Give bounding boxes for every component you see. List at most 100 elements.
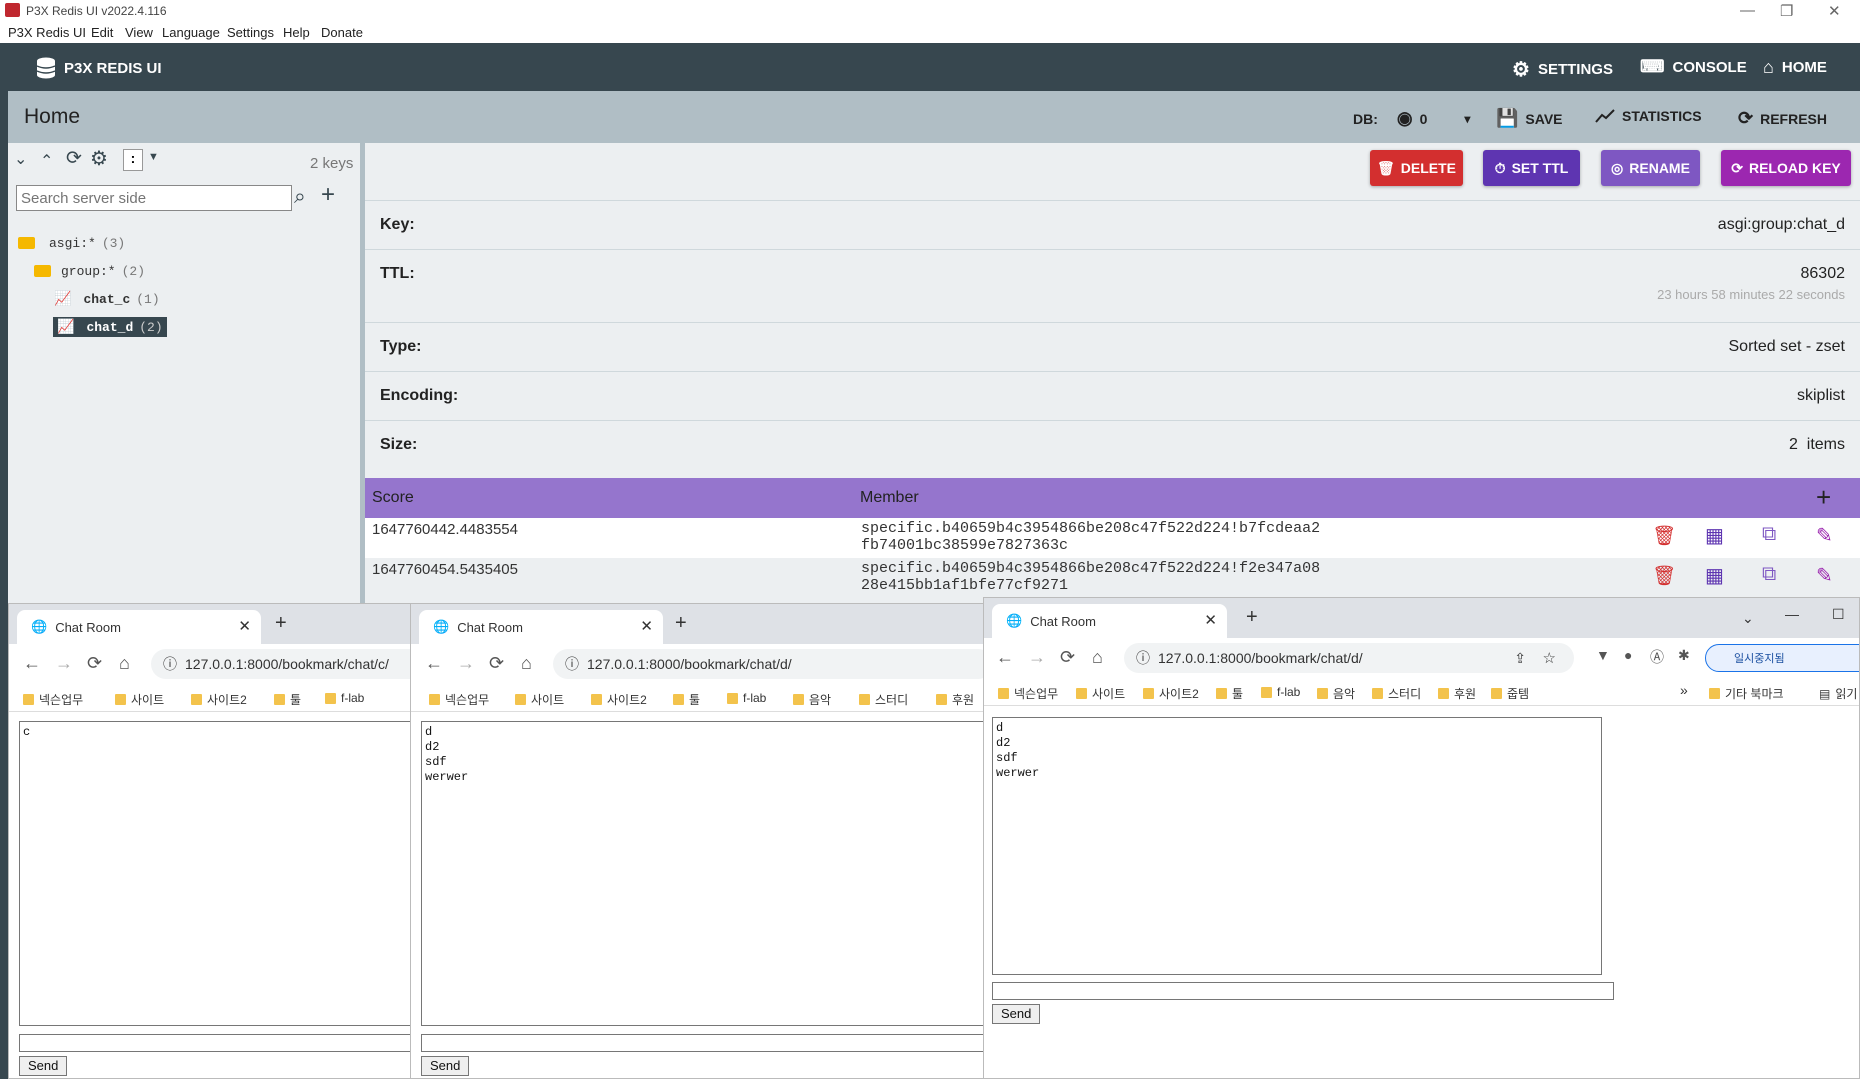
tab-chat-room[interactable]: 🌐 Chat Room ✕ <box>992 604 1227 638</box>
menu-view[interactable]: View <box>125 25 153 40</box>
reload-icon[interactable]: ⟳ <box>489 653 504 674</box>
bookmark-item[interactable]: 사이트 <box>115 691 164 708</box>
bookmark-item[interactable]: 사이트 <box>1076 685 1125 702</box>
home-icon[interactable]: ⌂ <box>1092 647 1103 668</box>
edit-pencil-icon[interactable]: ✎ <box>1816 523 1833 548</box>
chevron-down-icon[interactable]: ▾ <box>1464 112 1470 126</box>
close-tab-icon[interactable]: ✕ <box>1204 611 1217 629</box>
star-icon[interactable]: ☆ <box>1543 649 1556 667</box>
bookmark-item[interactable]: 사이트2 <box>591 691 647 708</box>
new-tab-icon[interactable]: + <box>275 612 287 635</box>
copy-icon[interactable]: ⧉ <box>1762 563 1776 586</box>
home-icon[interactable]: ⌂ <box>119 653 130 674</box>
delete-key-button[interactable]: 🗑 DELETE <box>1370 150 1463 186</box>
chat-log[interactable]: c <box>19 721 411 1026</box>
chat-message-input[interactable] <box>19 1034 411 1052</box>
chat-message-input[interactable] <box>992 982 1614 1000</box>
bookmark-item[interactable]: 툴 <box>673 691 700 708</box>
db-selector[interactable]: DB: ◉ 0 ▾ <box>1353 108 1470 129</box>
bookmark-item[interactable]: 사이트2 <box>191 691 247 708</box>
menu-edit[interactable]: Edit <box>91 25 113 40</box>
edit-pencil-icon[interactable]: ✎ <box>1816 563 1833 588</box>
bookmark-item[interactable]: 툴 <box>274 691 301 708</box>
tree-folder-group[interactable]: group:* (2) <box>34 261 145 281</box>
bookmark-item[interactable]: 넥슨업무 <box>23 691 83 708</box>
search-input[interactable] <box>16 185 292 211</box>
bookmark-item[interactable]: 스터디 <box>859 691 908 708</box>
refresh-button[interactable]: ⟳ REFRESH <box>1738 108 1827 129</box>
bookmark-item[interactable]: 사이트2 <box>1143 685 1199 702</box>
bookmark-item[interactable]: 사이트 <box>515 691 564 708</box>
maximize-icon[interactable]: ❐ <box>1780 2 1793 20</box>
back-arrow-icon[interactable]: ← <box>23 653 41 674</box>
menu-help[interactable]: Help <box>283 25 310 40</box>
chat-message-input[interactable] <box>421 1034 989 1052</box>
forward-arrow-icon[interactable]: → <box>1028 647 1046 668</box>
bookmark-item[interactable]: 후원 <box>1438 685 1476 702</box>
rename-button[interactable]: ◎ RENAME <box>1601 150 1700 186</box>
forward-arrow-icon[interactable]: → <box>457 653 475 674</box>
add-member-icon[interactable]: + <box>1816 482 1831 513</box>
other-bookmarks[interactable]: 기타 북마크 <box>1709 685 1784 702</box>
settings-button[interactable]: ⚙ SETTINGS <box>1512 57 1613 82</box>
back-arrow-icon[interactable]: ← <box>425 653 443 674</box>
forward-arrow-icon[interactable]: → <box>55 653 73 674</box>
bookmark-item[interactable]: f-lab <box>1261 685 1300 699</box>
separator-input[interactable]: : <box>123 149 143 171</box>
tab-search-icon[interactable]: ⌄ <box>1742 610 1754 627</box>
new-tab-icon[interactable]: + <box>1246 606 1258 629</box>
tree-folder-asgi[interactable]: asgi:* (3) <box>18 233 125 253</box>
url-field[interactable]: ⓘ 127.0.0.1:8000/bookmark/chat/d/ ⇪ ☆ <box>1124 643 1574 673</box>
console-button[interactable]: ⌨ CONSOLE <box>1640 57 1747 77</box>
bookmark-item[interactable]: 줍템 <box>1491 685 1529 702</box>
delete-member-icon[interactable]: 🗑 <box>1652 524 1676 548</box>
url-field[interactable]: ⓘ 127.0.0.1:8000/bookmark/chat/c/ <box>151 649 411 679</box>
bookmark-item[interactable]: 스터디 <box>1372 685 1421 702</box>
copy-icon[interactable]: ⧉ <box>1762 523 1776 546</box>
menu-donate[interactable]: Donate <box>321 25 363 40</box>
back-arrow-icon[interactable]: ← <box>996 647 1014 668</box>
extension-cookie-icon[interactable]: ● <box>1624 647 1632 663</box>
collapse-all-icon[interactable]: ⌃ <box>40 151 53 171</box>
chat-log[interactable]: d d2 sdf werwer <box>992 717 1602 975</box>
extension-v-icon[interactable]: ▼ <box>1596 647 1610 663</box>
home-icon[interactable]: ⌂ <box>521 653 532 674</box>
close-icon[interactable]: ✕ <box>1828 2 1841 20</box>
home-button[interactable]: ⌂ HOME <box>1763 57 1827 78</box>
menu-app[interactable]: P3X Redis UI <box>8 25 86 40</box>
add-key-icon[interactable]: + <box>321 181 335 209</box>
save-button[interactable]: 💾 SAVE <box>1496 108 1563 129</box>
send-button[interactable]: Send <box>421 1056 470 1076</box>
bookmark-item[interactable]: 툴 <box>1216 685 1243 702</box>
menu-language[interactable]: Language <box>162 25 220 40</box>
extension-a-icon[interactable]: Ⓐ <box>1650 647 1664 667</box>
close-tab-icon[interactable]: ✕ <box>640 617 653 635</box>
expand-all-icon[interactable]: ⌄ <box>14 149 27 169</box>
reload-icon[interactable]: ⟳ <box>87 653 102 674</box>
table-view-icon[interactable]: ▦ <box>1705 563 1724 588</box>
tab-chat-room[interactable]: 🌐 Chat Room ✕ <box>419 610 663 644</box>
bookmark-item[interactable]: 후원 <box>936 691 974 708</box>
share-icon[interactable]: ⇪ <box>1514 650 1526 667</box>
chat-log[interactable]: d d2 sdf werwer <box>421 721 989 1026</box>
bookmark-item[interactable]: f-lab <box>727 691 766 705</box>
bookmark-item[interactable]: 넥슨업무 <box>429 691 489 708</box>
statistics-button[interactable]: STATISTICS <box>1595 108 1702 124</box>
url-field[interactable]: ⓘ 127.0.0.1:8000/bookmark/chat/d/ <box>553 649 989 679</box>
tree-key-chat-c[interactable]: 📈 chat_c (1) <box>54 289 160 309</box>
table-view-icon[interactable]: ▦ <box>1705 523 1724 548</box>
caret-down-icon[interactable]: ▼ <box>148 151 159 163</box>
minimize-icon[interactable]: — <box>1740 2 1755 19</box>
gear-icon[interactable]: ⚙ <box>90 146 108 171</box>
search-icon[interactable]: ⌕ <box>294 185 306 209</box>
maximize-icon[interactable]: ☐ <box>1832 606 1845 623</box>
send-button[interactable]: Send <box>992 1004 1041 1024</box>
minimize-icon[interactable]: — <box>1785 606 1799 622</box>
reload-key-button[interactable]: ⟳ RELOAD KEY <box>1721 150 1851 186</box>
close-tab-icon[interactable]: ✕ <box>238 617 251 635</box>
new-tab-icon[interactable]: + <box>675 612 687 635</box>
reload-icon[interactable]: ⟳ <box>1060 647 1075 668</box>
send-button[interactable]: Send <box>19 1056 68 1076</box>
puzzle-icon[interactable]: ✱ <box>1678 647 1690 664</box>
tree-key-chat-d[interactable]: 📈 chat_d (2) <box>53 317 167 337</box>
